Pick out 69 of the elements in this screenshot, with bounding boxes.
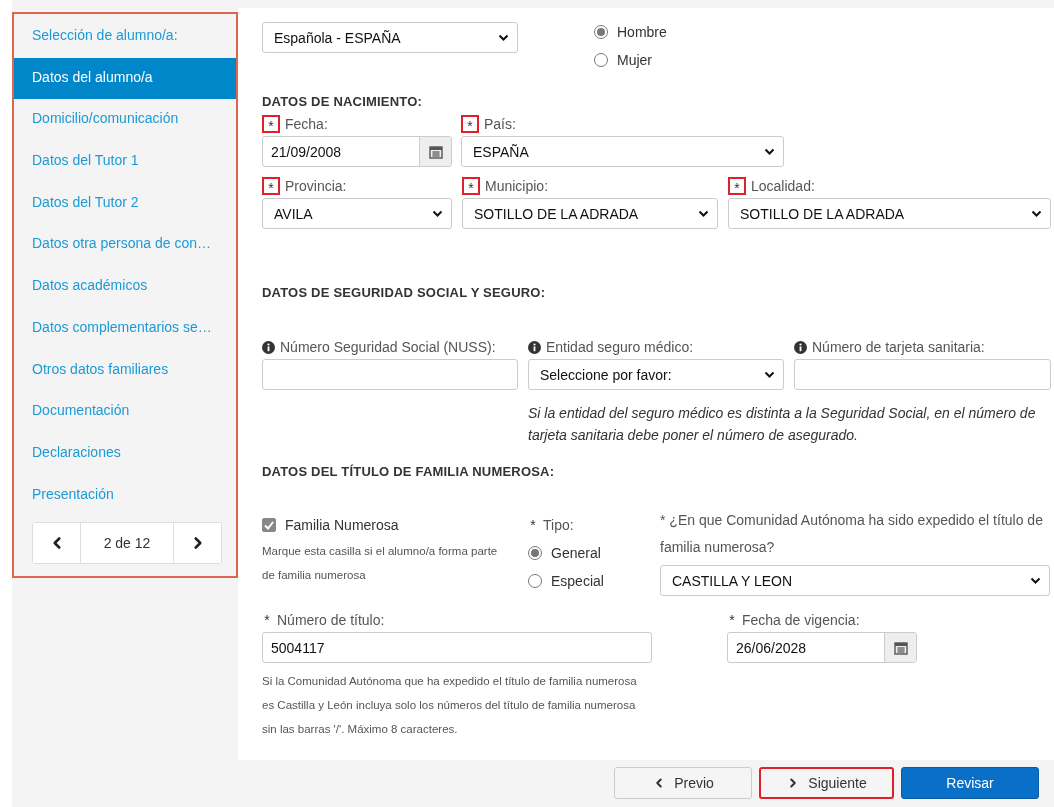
chevron-down-icon bbox=[764, 370, 775, 379]
section-heading: DATOS DEL TÍTULO DE FAMILIA NUMEROSA: bbox=[262, 464, 556, 479]
calendar-button[interactable] bbox=[884, 633, 916, 662]
required-mark: * bbox=[263, 611, 271, 629]
field-label: País: bbox=[484, 116, 516, 132]
text-field[interactable] bbox=[794, 359, 1051, 390]
select-field[interactable]: Seleccione por favor: bbox=[528, 359, 784, 390]
note-text: Si la entidad del seguro médico es distinta a la Seguridad Social, en el número de tarjeta sanitaria debe poner el número de asegurado. bbox=[528, 404, 1037, 445]
required-mark: * bbox=[461, 115, 479, 133]
help-text: Marque esta casilla si el alumno/a forma parte de familia numerosa bbox=[262, 544, 499, 583]
select-field[interactable]: SOTILLO DE LA ADRADA bbox=[462, 198, 718, 229]
checkbox-label: Familia Numerosa bbox=[285, 517, 399, 533]
required-mark: * bbox=[262, 177, 280, 195]
field-label: Fecha de vigencia: bbox=[742, 612, 860, 628]
section-heading: DATOS DE NACIMIENTO: bbox=[262, 94, 423, 109]
field-label: Número de título: bbox=[277, 612, 385, 628]
field-label: Número de tarjeta sanitaria: bbox=[812, 339, 985, 355]
text-field[interactable] bbox=[262, 359, 518, 390]
radio-button[interactable] bbox=[594, 53, 608, 67]
chevron-down-icon bbox=[432, 209, 443, 218]
chevron-down-icon bbox=[1031, 209, 1042, 218]
section-heading: DATOS DE SEGURIDAD SOCIAL Y SEGURO: bbox=[262, 285, 547, 300]
help-text: Si la Comunidad Autónoma que ha expedido el título de familia numerosa es Castilla y León incluya solo los números del título de familia numerosa sin las barras '/'. Máximo 8 caracteres. bbox=[262, 674, 638, 737]
next-button[interactable]: Siguiente bbox=[759, 767, 894, 799]
field-label: Tipo: bbox=[543, 517, 574, 533]
field-label: Municipio: bbox=[485, 178, 549, 194]
field-label: Número Seguridad Social (NUSS): bbox=[280, 339, 496, 355]
previous-button[interactable]: Previo bbox=[614, 767, 752, 799]
radio-button[interactable] bbox=[528, 574, 542, 588]
chevron-down-icon bbox=[698, 209, 709, 218]
chevron-down-icon bbox=[498, 33, 509, 42]
calendar-icon bbox=[893, 640, 908, 655]
text-field[interactable]: 5004117 bbox=[262, 632, 652, 663]
calendar-icon bbox=[428, 144, 443, 159]
sidebar-item[interactable]: Datos del alumno/a bbox=[14, 57, 236, 100]
select-field[interactable]: ESPAÑA bbox=[461, 136, 784, 167]
field-label: Entidad seguro médico: bbox=[546, 339, 694, 355]
radio-button[interactable] bbox=[594, 25, 608, 39]
field-label: Provincia: bbox=[285, 178, 347, 194]
radio-button[interactable] bbox=[528, 546, 542, 560]
required-mark: * bbox=[462, 177, 480, 195]
select-field[interactable]: Española - ESPAÑA bbox=[262, 22, 518, 53]
date-field[interactable]: 21/09/2008 bbox=[262, 136, 452, 167]
date-field[interactable]: 26/06/2028 bbox=[727, 632, 917, 663]
checkbox[interactable] bbox=[262, 518, 276, 532]
radio-label: Mujer bbox=[617, 52, 652, 68]
radio-option[interactable]: Mujer bbox=[594, 46, 794, 74]
field-label: * ¿En que Comunidad Autónoma ha sido expedido el título de familia numerosa? bbox=[660, 512, 1043, 555]
radio-option[interactable]: Hombre bbox=[594, 18, 794, 46]
review-button[interactable]: Revisar bbox=[901, 767, 1039, 799]
radio-option[interactable]: Especial bbox=[528, 567, 650, 595]
checkbox-option[interactable]: Familia Numerosa bbox=[262, 511, 518, 539]
check-icon bbox=[264, 520, 274, 530]
select-field[interactable]: CASTILLA Y LEON bbox=[660, 565, 1050, 596]
radio-option[interactable]: General bbox=[528, 539, 650, 567]
calendar-button[interactable] bbox=[419, 137, 451, 166]
required-mark: * bbox=[529, 516, 537, 534]
radio-label: Especial bbox=[551, 573, 604, 589]
select-field[interactable]: SOTILLO DE LA ADRADA bbox=[728, 198, 1051, 229]
field-label: Localidad: bbox=[751, 178, 815, 194]
chevron-down-icon bbox=[1030, 576, 1041, 585]
required-mark: * bbox=[728, 611, 736, 629]
required-mark: * bbox=[262, 115, 280, 133]
chevron-down-icon bbox=[764, 147, 775, 156]
select-field[interactable]: AVILA bbox=[262, 198, 452, 229]
field-label: Fecha: bbox=[285, 116, 328, 132]
radio-label: General bbox=[551, 545, 601, 561]
radio-label: Hombre bbox=[617, 24, 667, 40]
required-mark: * bbox=[728, 177, 746, 195]
